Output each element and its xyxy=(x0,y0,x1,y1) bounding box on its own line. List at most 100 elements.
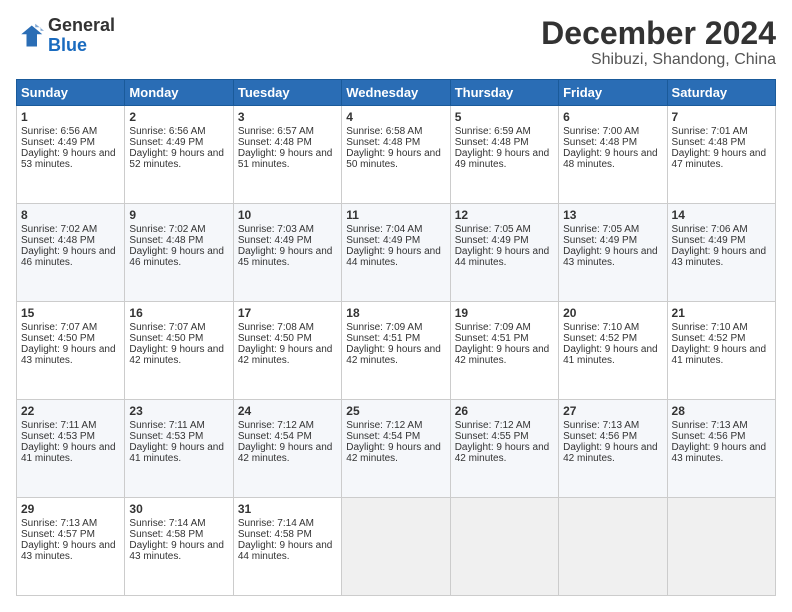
day-number: 8 xyxy=(21,208,120,222)
calendar-cell: 3 Sunrise: 6:57 AM Sunset: 4:48 PM Dayli… xyxy=(233,106,341,204)
sunset-label: Sunset: 4:52 PM xyxy=(672,333,746,344)
day-number: 30 xyxy=(129,502,228,516)
sunset-label: Sunset: 4:49 PM xyxy=(672,235,746,246)
daylight-label: Daylight: 9 hours and 42 minutes. xyxy=(455,442,550,464)
sunrise-label: Sunrise: 6:57 AM xyxy=(238,126,314,137)
day-number: 29 xyxy=(21,502,120,516)
daylight-label: Daylight: 9 hours and 42 minutes. xyxy=(563,442,658,464)
logo-text: General Blue xyxy=(48,16,115,56)
daylight-label: Daylight: 9 hours and 42 minutes. xyxy=(238,344,333,366)
calendar-cell: 2 Sunrise: 6:56 AM Sunset: 4:49 PM Dayli… xyxy=(125,106,233,204)
daylight-label: Daylight: 9 hours and 46 minutes. xyxy=(21,246,116,268)
sunset-label: Sunset: 4:56 PM xyxy=(672,431,746,442)
page: General Blue December 2024 Shibuzi, Shan… xyxy=(0,0,792,612)
sunset-label: Sunset: 4:49 PM xyxy=(346,235,420,246)
sunrise-label: Sunrise: 7:05 AM xyxy=(455,224,531,235)
calendar-cell: 10 Sunrise: 7:03 AM Sunset: 4:49 PM Dayl… xyxy=(233,204,341,302)
day-number: 21 xyxy=(672,306,771,320)
sunrise-label: Sunrise: 7:01 AM xyxy=(672,126,748,137)
calendar-cell: 1 Sunrise: 6:56 AM Sunset: 4:49 PM Dayli… xyxy=(17,106,125,204)
daylight-label: Daylight: 9 hours and 44 minutes. xyxy=(455,246,550,268)
calendar-cell: 20 Sunrise: 7:10 AM Sunset: 4:52 PM Dayl… xyxy=(559,302,667,400)
day-number: 25 xyxy=(346,404,445,418)
calendar-cell xyxy=(342,498,450,596)
sunrise-label: Sunrise: 7:07 AM xyxy=(129,322,205,333)
daylight-label: Daylight: 9 hours and 52 minutes. xyxy=(129,148,224,170)
daylight-label: Daylight: 9 hours and 43 minutes. xyxy=(21,540,116,562)
daylight-label: Daylight: 9 hours and 50 minutes. xyxy=(346,148,441,170)
day-number: 14 xyxy=(672,208,771,222)
weekday-header: Sunday xyxy=(17,80,125,106)
calendar-cell: 12 Sunrise: 7:05 AM Sunset: 4:49 PM Dayl… xyxy=(450,204,558,302)
daylight-label: Daylight: 9 hours and 43 minutes. xyxy=(672,442,767,464)
sunset-label: Sunset: 4:48 PM xyxy=(238,137,312,148)
sunrise-label: Sunrise: 7:10 AM xyxy=(672,322,748,333)
sunset-label: Sunset: 4:49 PM xyxy=(563,235,637,246)
day-number: 19 xyxy=(455,306,554,320)
month-title: December 2024 xyxy=(541,16,776,51)
calendar-cell: 18 Sunrise: 7:09 AM Sunset: 4:51 PM Dayl… xyxy=(342,302,450,400)
weekday-header: Thursday xyxy=(450,80,558,106)
sunrise-label: Sunrise: 7:02 AM xyxy=(21,224,97,235)
calendar-cell: 24 Sunrise: 7:12 AM Sunset: 4:54 PM Dayl… xyxy=(233,400,341,498)
daylight-label: Daylight: 9 hours and 47 minutes. xyxy=(672,148,767,170)
calendar-cell: 30 Sunrise: 7:14 AM Sunset: 4:58 PM Dayl… xyxy=(125,498,233,596)
daylight-label: Daylight: 9 hours and 45 minutes. xyxy=(238,246,333,268)
sunset-label: Sunset: 4:58 PM xyxy=(129,529,203,540)
daylight-label: Daylight: 9 hours and 42 minutes. xyxy=(346,442,441,464)
sunset-label: Sunset: 4:53 PM xyxy=(21,431,95,442)
day-number: 12 xyxy=(455,208,554,222)
sunrise-label: Sunrise: 7:12 AM xyxy=(346,420,422,431)
sunrise-label: Sunrise: 7:06 AM xyxy=(672,224,748,235)
weekday-header: Monday xyxy=(125,80,233,106)
calendar-cell: 19 Sunrise: 7:09 AM Sunset: 4:51 PM Dayl… xyxy=(450,302,558,400)
calendar-cell: 26 Sunrise: 7:12 AM Sunset: 4:55 PM Dayl… xyxy=(450,400,558,498)
sunrise-label: Sunrise: 6:56 AM xyxy=(129,126,205,137)
day-number: 2 xyxy=(129,110,228,124)
day-number: 26 xyxy=(455,404,554,418)
calendar-cell: 27 Sunrise: 7:13 AM Sunset: 4:56 PM Dayl… xyxy=(559,400,667,498)
weekday-header: Saturday xyxy=(667,80,775,106)
sunrise-label: Sunrise: 7:11 AM xyxy=(129,420,204,431)
calendar: SundayMondayTuesdayWednesdayThursdayFrid… xyxy=(16,79,776,596)
sunrise-label: Sunrise: 7:12 AM xyxy=(238,420,314,431)
calendar-cell: 31 Sunrise: 7:14 AM Sunset: 4:58 PM Dayl… xyxy=(233,498,341,596)
day-number: 23 xyxy=(129,404,228,418)
sunset-label: Sunset: 4:49 PM xyxy=(21,137,95,148)
sunrise-label: Sunrise: 7:13 AM xyxy=(563,420,639,431)
day-number: 13 xyxy=(563,208,662,222)
calendar-cell: 17 Sunrise: 7:08 AM Sunset: 4:50 PM Dayl… xyxy=(233,302,341,400)
sunset-label: Sunset: 4:48 PM xyxy=(129,235,203,246)
daylight-label: Daylight: 9 hours and 43 minutes. xyxy=(563,246,658,268)
day-number: 18 xyxy=(346,306,445,320)
day-number: 24 xyxy=(238,404,337,418)
calendar-table: SundayMondayTuesdayWednesdayThursdayFrid… xyxy=(16,79,776,596)
sunrise-label: Sunrise: 7:07 AM xyxy=(21,322,97,333)
calendar-cell: 14 Sunrise: 7:06 AM Sunset: 4:49 PM Dayl… xyxy=(667,204,775,302)
calendar-cell: 6 Sunrise: 7:00 AM Sunset: 4:48 PM Dayli… xyxy=(559,106,667,204)
daylight-label: Daylight: 9 hours and 43 minutes. xyxy=(21,344,116,366)
sunrise-label: Sunrise: 7:12 AM xyxy=(455,420,531,431)
daylight-label: Daylight: 9 hours and 51 minutes. xyxy=(238,148,333,170)
day-number: 27 xyxy=(563,404,662,418)
day-number: 16 xyxy=(129,306,228,320)
sunset-label: Sunset: 4:48 PM xyxy=(21,235,95,246)
sunset-label: Sunset: 4:51 PM xyxy=(346,333,420,344)
sunrise-label: Sunrise: 7:08 AM xyxy=(238,322,314,333)
sunset-label: Sunset: 4:54 PM xyxy=(238,431,312,442)
calendar-cell: 22 Sunrise: 7:11 AM Sunset: 4:53 PM Dayl… xyxy=(17,400,125,498)
sunrise-label: Sunrise: 6:56 AM xyxy=(21,126,97,137)
sunrise-label: Sunrise: 7:14 AM xyxy=(238,518,314,529)
weekday-header-row: SundayMondayTuesdayWednesdayThursdayFrid… xyxy=(17,80,776,106)
calendar-cell: 8 Sunrise: 7:02 AM Sunset: 4:48 PM Dayli… xyxy=(17,204,125,302)
sunrise-label: Sunrise: 6:58 AM xyxy=(346,126,422,137)
sunset-label: Sunset: 4:48 PM xyxy=(563,137,637,148)
sunset-label: Sunset: 4:51 PM xyxy=(455,333,529,344)
sunset-label: Sunset: 4:53 PM xyxy=(129,431,203,442)
sunrise-label: Sunrise: 7:09 AM xyxy=(455,322,531,333)
calendar-cell: 21 Sunrise: 7:10 AM Sunset: 4:52 PM Dayl… xyxy=(667,302,775,400)
day-number: 20 xyxy=(563,306,662,320)
sunset-label: Sunset: 4:48 PM xyxy=(672,137,746,148)
logo-blue: Blue xyxy=(48,35,87,55)
calendar-cell: 15 Sunrise: 7:07 AM Sunset: 4:50 PM Dayl… xyxy=(17,302,125,400)
